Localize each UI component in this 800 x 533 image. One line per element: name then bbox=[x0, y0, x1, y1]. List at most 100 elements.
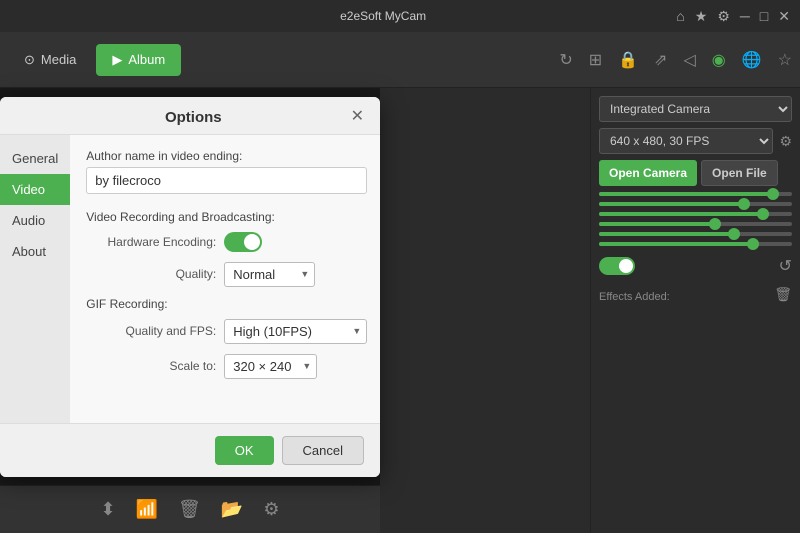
app-title: e2eSoft MyCam bbox=[90, 9, 676, 23]
slider-row-4 bbox=[599, 222, 792, 226]
close-icon[interactable]: ✕ bbox=[778, 8, 790, 25]
folder-icon[interactable]: 📂 bbox=[221, 499, 243, 520]
slider-thumb-2 bbox=[738, 198, 750, 210]
quality-fps-select-wrapper: Low (5FPS) Medium (8FPS) High (10FPS) Ve… bbox=[224, 319, 367, 344]
share-icon[interactable]: ⇗ bbox=[654, 50, 667, 70]
window-controls: ⌂ ★ ⚙ ─ □ ✕ bbox=[676, 8, 790, 25]
slider-fill-2 bbox=[599, 202, 744, 206]
sidebar-item-about[interactable]: About bbox=[0, 236, 70, 267]
slider-fill-4 bbox=[599, 222, 715, 226]
media-nav-btn[interactable]: ⊙ Media bbox=[8, 44, 92, 76]
slider-track-6[interactable] bbox=[599, 242, 792, 246]
slider-track-2[interactable] bbox=[599, 202, 792, 206]
effects-label: Effects Added: bbox=[599, 291, 670, 303]
slider-thumb-6 bbox=[747, 238, 759, 250]
gear-icon[interactable]: ⚙ bbox=[263, 499, 279, 520]
slider-fill-6 bbox=[599, 242, 753, 246]
maximize-icon[interactable]: □ bbox=[760, 8, 768, 24]
slider-row-1 bbox=[599, 192, 792, 196]
back-icon[interactable]: ◁ bbox=[683, 50, 695, 70]
slider-thumb-4 bbox=[709, 218, 721, 230]
video-section-label: Video Recording and Broadcasting: bbox=[86, 210, 367, 224]
slider-row-2 bbox=[599, 202, 792, 206]
dialog-close-btn[interactable]: ✕ bbox=[351, 109, 364, 125]
left-panel: Options ✕ General Video Audio About Auth… bbox=[0, 88, 590, 533]
sidebar-item-video[interactable]: Video bbox=[0, 174, 70, 205]
minimize-icon[interactable]: ─ bbox=[740, 8, 750, 24]
author-field-label: Author name in video ending: bbox=[86, 149, 367, 163]
bookmark-icon[interactable]: ★ bbox=[695, 8, 708, 25]
quality-fps-label: Quality and FPS: bbox=[86, 324, 216, 338]
sidebar-item-audio[interactable]: Audio bbox=[0, 205, 70, 236]
hw-encoding-row: Hardware Encoding: bbox=[86, 232, 367, 252]
scale-select[interactable]: 160 × 120 320 × 240 640 × 480 bbox=[224, 354, 317, 379]
quality-label: Quality: bbox=[86, 267, 216, 281]
dialog-sidebar: General Video Audio About bbox=[0, 135, 70, 423]
dialog-body: General Video Audio About Author name in… bbox=[0, 135, 380, 423]
top-nav: ⊙ Media ▶ Album ↻ ⊞ 🔒 ⇗ ◁ ◉ 🌐 ☆ bbox=[0, 32, 800, 88]
globe-icon[interactable]: 🌐 bbox=[742, 50, 762, 70]
home-icon[interactable]: ⌂ bbox=[676, 8, 684, 24]
album-label: Album bbox=[128, 52, 165, 67]
sidebar-item-general[interactable]: General bbox=[0, 143, 70, 174]
bottom-toolbar: ⬍ 📶 🗑 📂 ⚙ bbox=[0, 485, 380, 533]
camera-btn-row: Open Camera Open File bbox=[599, 160, 792, 186]
slider-row-6 bbox=[599, 242, 792, 246]
media-icon: ⊙ bbox=[24, 52, 35, 68]
slider-track-5[interactable] bbox=[599, 232, 792, 236]
camera-select[interactable]: Integrated Camera bbox=[599, 96, 792, 122]
slider-fill-1 bbox=[599, 192, 773, 196]
slider-row-3 bbox=[599, 212, 792, 216]
quality-fps-row: Quality and FPS: Low (5FPS) Medium (8FPS… bbox=[86, 319, 367, 344]
quality-select[interactable]: Low Normal High Very High bbox=[224, 262, 315, 287]
refresh-icon[interactable]: ↻ bbox=[559, 50, 572, 70]
reset-icon[interactable]: ↺ bbox=[779, 256, 792, 276]
lock-icon[interactable]: 🔒 bbox=[618, 50, 638, 70]
open-camera-btn[interactable]: Open Camera bbox=[599, 160, 697, 186]
dialog-header: Options ✕ bbox=[0, 97, 380, 135]
effects-trash-icon[interactable]: 🗑 bbox=[774, 286, 792, 303]
toggle-row: ↺ bbox=[599, 256, 792, 276]
camera-active-icon[interactable]: ◉ bbox=[712, 50, 726, 70]
slider-thumb-5 bbox=[728, 228, 740, 240]
title-bar: e2eSoft MyCam ⌂ ★ ⚙ ─ □ ✕ bbox=[0, 0, 800, 32]
grid-icon[interactable]: ⊞ bbox=[589, 50, 602, 70]
settings-icon[interactable]: ⚙ bbox=[717, 8, 730, 25]
open-file-btn[interactable]: Open File bbox=[701, 160, 778, 186]
album-nav-btn[interactable]: ▶ Album bbox=[96, 44, 181, 76]
slider-row-5 bbox=[599, 232, 792, 236]
wifi-icon[interactable]: 📶 bbox=[136, 499, 158, 520]
quality-select-wrapper: Low Normal High Very High bbox=[224, 262, 315, 287]
main-content: Options ✕ General Video Audio About Auth… bbox=[0, 88, 800, 533]
ok-button[interactable]: OK bbox=[215, 436, 274, 465]
album-icon: ▶ bbox=[112, 52, 122, 68]
hw-encoding-label: Hardware Encoding: bbox=[86, 235, 216, 249]
scale-label: Scale to: bbox=[86, 359, 216, 373]
main-toggle[interactable] bbox=[599, 257, 635, 275]
dialog-main: Author name in video ending: Video Recor… bbox=[70, 135, 380, 423]
resolution-select[interactable]: 640 x 480, 30 FPS bbox=[599, 128, 773, 154]
quality-row: Quality: Low Normal High Very High bbox=[86, 262, 367, 287]
hw-encoding-toggle[interactable] bbox=[224, 232, 262, 252]
quality-fps-select[interactable]: Low (5FPS) Medium (8FPS) High (10FPS) Ve… bbox=[224, 319, 367, 344]
star-icon[interactable]: ☆ bbox=[778, 50, 792, 70]
author-input[interactable] bbox=[86, 167, 367, 194]
options-dialog: Options ✕ General Video Audio About Auth… bbox=[0, 97, 380, 477]
media-label: Media bbox=[41, 52, 76, 67]
swap-icon[interactable]: ⬍ bbox=[101, 499, 116, 520]
slider-track-3[interactable] bbox=[599, 212, 792, 216]
dialog-title: Options bbox=[36, 109, 351, 126]
slider-track-4[interactable] bbox=[599, 222, 792, 226]
cancel-button[interactable]: Cancel bbox=[282, 436, 364, 465]
scale-select-wrapper: 160 × 120 320 × 240 640 × 480 bbox=[224, 354, 317, 379]
scale-row: Scale to: 160 × 120 320 × 240 640 × 480 bbox=[86, 354, 367, 379]
slider-track-1[interactable] bbox=[599, 192, 792, 196]
slider-thumb-3 bbox=[757, 208, 769, 220]
slider-fill-5 bbox=[599, 232, 734, 236]
modal-overlay: Options ✕ General Video Audio About Auth… bbox=[0, 88, 380, 485]
right-panel: Integrated Camera 640 x 480, 30 FPS ⚙ Op… bbox=[590, 88, 800, 533]
dialog-footer: OK Cancel bbox=[0, 423, 380, 477]
effects-row: Effects Added: 🗑 bbox=[599, 286, 792, 303]
resolution-gear-icon[interactable]: ⚙ bbox=[779, 133, 792, 150]
trash-icon[interactable]: 🗑 bbox=[178, 499, 201, 520]
